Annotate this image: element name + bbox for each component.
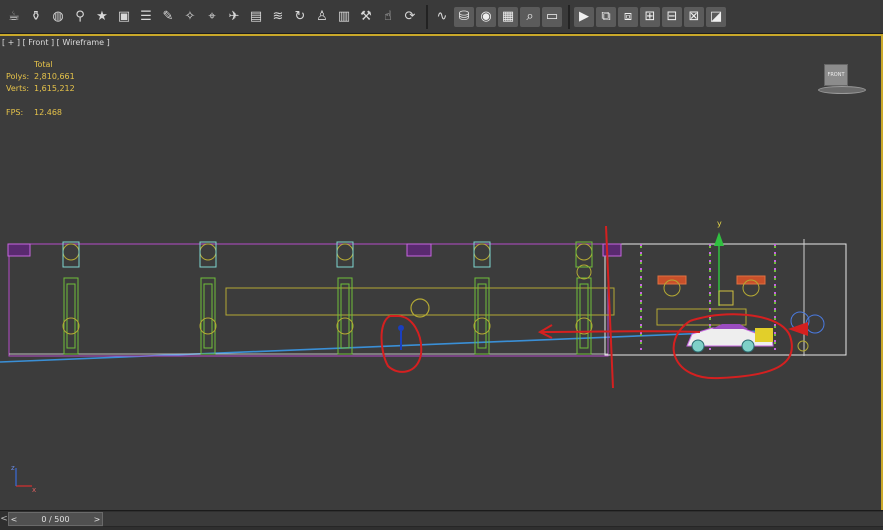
timeline-track[interactable]: [103, 512, 883, 527]
inner-platform[interactable]: [225, 287, 615, 316]
object-icon-1[interactable]: ⧉: [596, 6, 616, 27]
graph-icon[interactable]: ◪: [706, 6, 726, 27]
render-icon[interactable]: ▶: [574, 6, 594, 27]
wall-light-1[interactable]: [7, 243, 31, 257]
star-icon[interactable]: ★: [92, 7, 112, 27]
camera-icon[interactable]: [788, 311, 825, 352]
time-prev-button[interactable]: <: [9, 515, 19, 524]
wave-icon[interactable]: ≋: [268, 7, 288, 27]
motion-icon[interactable]: ⟳: [400, 7, 420, 27]
loop-icon[interactable]: ↻: [290, 7, 310, 27]
hand-icon[interactable]: ☝: [378, 7, 398, 27]
camera-target-line: [0, 330, 761, 363]
time-bar: < < 0 / 500 >: [0, 510, 883, 530]
time-slider-text: 0 / 500: [41, 514, 70, 524]
car-model[interactable]: [686, 324, 774, 353]
column-4[interactable]: [473, 241, 491, 355]
sphere-icon[interactable]: ◍: [48, 7, 68, 27]
layers-icon-1[interactable]: ⊟: [662, 6, 682, 27]
wand-icon[interactable]: ✎: [158, 7, 178, 27]
time-scroll-left[interactable]: <: [0, 512, 8, 526]
kettle-icon[interactable]: ⚱: [26, 7, 46, 27]
wall-light-2[interactable]: [406, 243, 432, 257]
teapot-icon[interactable]: ☕: [4, 7, 24, 27]
layers-icon-2[interactable]: ⊠: [684, 6, 704, 27]
object-icon-2[interactable]: ⧈: [618, 6, 638, 27]
wireframe-scene[interactable]: y: [0, 36, 883, 510]
garage-lamp-left[interactable]: [657, 275, 687, 297]
cylinder-stack-icon[interactable]: ☰: [136, 7, 156, 27]
time-slider[interactable]: < 0 / 500 >: [8, 512, 103, 526]
object-icon-3[interactable]: ⊞: [640, 6, 660, 27]
tool-icon[interactable]: ⚒: [356, 7, 376, 27]
front-viewport[interactable]: [ + ] [ Front ] [ Wireframe ] Total Poly…: [0, 34, 883, 510]
box-icon[interactable]: ▣: [114, 7, 134, 27]
main-toolbar: ☕ ⚱ ◍ ⚲ ★ ▣ ☰ ✎ ✧ ⌖ ✈ ▤ ≋ ↻ ♙ ▥ ⚒ ☝ ⟳ ∿ ⛁ ◉ ▦ ⌕ ▭ ▶ ⧉ ⧈ ⊞ ⊟ ⊠ ◪: [0, 0, 883, 34]
material-icon[interactable]: ⛁: [454, 6, 474, 27]
time-next-button[interactable]: >: [92, 515, 102, 524]
wall-light-3[interactable]: [602, 243, 622, 257]
render-setup-icon[interactable]: ⌕: [520, 6, 540, 27]
toolbar-separator: [426, 4, 428, 29]
toolbar-separator: [568, 4, 570, 29]
column-3[interactable]: [336, 241, 354, 355]
render-sphere-icon[interactable]: ◉: [476, 6, 496, 27]
frame-render-icon[interactable]: ▭: [542, 6, 562, 27]
axis-tripod: z x: [8, 462, 38, 494]
scroll-icon[interactable]: ▥: [334, 7, 354, 27]
tripod-x-label: x: [32, 486, 36, 494]
cloth-icon[interactable]: ▤: [246, 7, 266, 27]
tripod-z-label: z: [11, 464, 15, 472]
floating-lamp[interactable]: [410, 298, 430, 318]
gizmo-y-label: y: [717, 219, 722, 228]
gizmo-icon[interactable]: ⚲: [70, 7, 90, 27]
wrench-icon[interactable]: ✧: [180, 7, 200, 27]
hair-icon[interactable]: ∿: [432, 7, 452, 27]
stage-frame[interactable]: [8, 243, 609, 357]
garage-lamp-right[interactable]: [736, 275, 766, 297]
column-1[interactable]: [62, 241, 80, 355]
figure-icon[interactable]: ♙: [312, 7, 332, 27]
transform-icon[interactable]: ⌖: [202, 7, 222, 27]
annotation-arrow: [541, 330, 701, 333]
move-gizmo[interactable]: y: [714, 219, 734, 306]
panel-icon[interactable]: ▦: [498, 6, 518, 27]
bird-icon[interactable]: ✈: [224, 7, 244, 27]
column-2[interactable]: [199, 241, 217, 355]
